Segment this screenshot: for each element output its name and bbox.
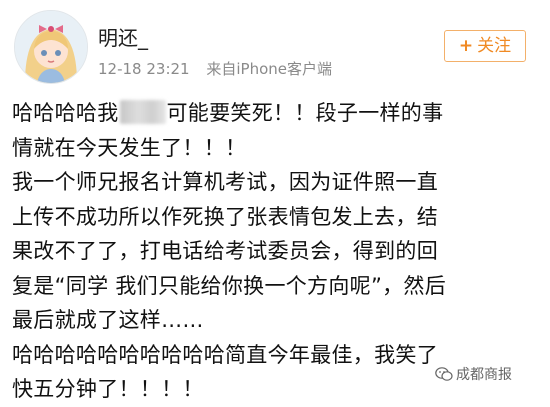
post-body: 哈哈哈哈我 可能要笑死！！段子一样的事 情就在今天发生了！！！ 我一个师兄报名计算… [12, 96, 540, 407]
post-text: 可能要笑死！！段子一样的事 [166, 101, 444, 125]
post-line: 我一个师兄报名计算机考试，因为证件照一直 [12, 170, 438, 194]
watermark: 成都商报 [435, 364, 512, 384]
post-line: 复是“同学 我们只能给你换一个方向呢”，然后 [12, 273, 447, 298]
post-line: 哈哈哈哈我 可能要笑死！！段子一样的事 [12, 96, 540, 131]
follow-button[interactable]: + 关注 [444, 30, 526, 62]
timestamp: 12-18 23:21 [98, 60, 190, 78]
follow-label: 关注 [477, 36, 512, 56]
post-line: 情就在今天发生了！！！ [12, 135, 247, 160]
post-line: 上传不成功所以作死换了张表情包发上去，结 [12, 204, 438, 229]
plus-icon: + [458, 36, 474, 56]
post-meta: 12-18 23:21 来自iPhone客户端 [98, 58, 332, 79]
username[interactable]: 明还_ [98, 22, 148, 51]
post-line: 果改不了了，打电话给考试委员会，得到的回 [12, 239, 438, 263]
avatar[interactable] [14, 10, 88, 84]
post-text: 哈哈哈哈我 [12, 101, 119, 125]
post-source: 来自iPhone客户端 [206, 60, 333, 78]
anime-avatar-icon [15, 11, 87, 83]
wechat-icon [435, 367, 453, 381]
redacted-name [119, 100, 166, 124]
post-header: 明还_ 12-18 23:21 来自iPhone客户端 + 关注 [0, 0, 550, 92]
watermark-text: 成都商报 [456, 367, 512, 383]
post-line: 最后就成了这样…… [12, 308, 204, 332]
